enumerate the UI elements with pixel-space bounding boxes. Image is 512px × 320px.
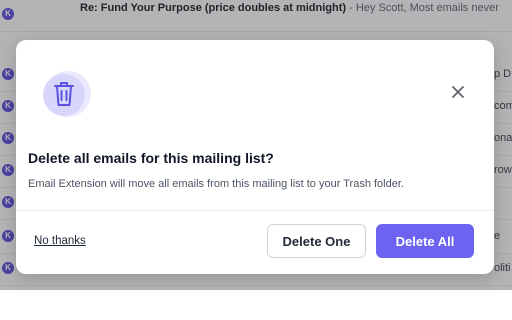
delete-confirm-dialog: Delete all emails for this mailing list?… (16, 40, 494, 274)
dialog-title: Delete all emails for this mailing list? (28, 150, 274, 166)
dialog-message: Email Extension will move all emails fro… (28, 178, 404, 190)
app-stage: K Re: Fund Your Purpose (price doubles a… (0, 0, 512, 320)
dialog-divider (16, 210, 494, 211)
page-bottom (0, 290, 512, 320)
trash-icon (43, 71, 91, 117)
delete-one-button[interactable]: Delete One (267, 224, 366, 258)
no-thanks-link[interactable]: No thanks (34, 235, 86, 247)
delete-all-button[interactable]: Delete All (376, 224, 474, 258)
close-icon[interactable] (448, 82, 468, 102)
